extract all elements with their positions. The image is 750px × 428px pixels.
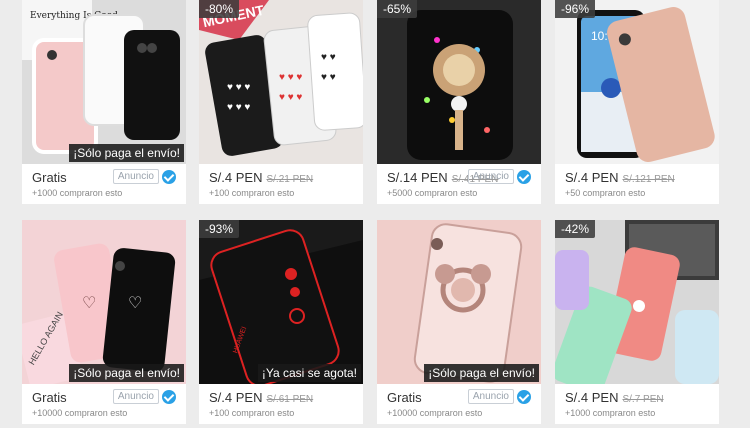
- sold-count: +100 compraron esto: [209, 188, 295, 198]
- black-red-case-photo[interactable]: HUAWEI -93% ¡Ya casi se agota!: [199, 220, 363, 384]
- original-price: S/.21 PEN: [266, 174, 314, 185]
- low-stock-banner: ¡Ya casi se agota!: [257, 364, 361, 382]
- discount-badge: -80%: [199, 0, 240, 18]
- verified-icon: [162, 389, 176, 404]
- svg-text:♥ ♥ ♥: ♥ ♥ ♥: [279, 72, 302, 83]
- original-price: S/.7 PEN: [622, 394, 664, 405]
- svg-text:♡: ♡: [128, 295, 142, 312]
- price: S/.14 PEN: [387, 170, 448, 185]
- original-price: S/.121 PEN: [622, 174, 675, 185]
- svg-text:♥ ♥: ♥ ♥: [321, 52, 336, 63]
- sold-count: +1000 compraron esto: [32, 188, 123, 198]
- sold-count: +5000 compraron esto: [387, 188, 478, 198]
- rose-gold-case-photo[interactable]: 10:3 -96%: [555, 0, 719, 164]
- sold-count: +50 compraron esto: [565, 188, 646, 198]
- free-shipping-banner: ¡Sólo paga el envío!: [69, 144, 184, 162]
- sold-count: +1000 compraron esto: [565, 408, 656, 418]
- price: S/.4 PEN: [209, 170, 263, 185]
- product-card[interactable]: -42% S/.4 PEN S/.7 PEN +1000 compraron e…: [555, 220, 719, 424]
- price: S/.4 PEN: [565, 390, 619, 405]
- discount-badge: -96%: [555, 0, 596, 18]
- ad-badge: Anuncio: [467, 389, 514, 404]
- pink-black-heart-cases-photo[interactable]: HELLO AGAIN ♡ ♡ ¡Sólo paga el envío!: [22, 220, 186, 384]
- ad-badge: Anuncio: [112, 169, 159, 184]
- product-card[interactable]: ¡Sólo paga el envío! Gratis Anuncio +100…: [377, 220, 541, 424]
- sold-count: +100 compraron esto: [209, 408, 295, 418]
- sold-count: +10000 compraron esto: [32, 408, 128, 418]
- price: S/.4 PEN: [565, 170, 619, 185]
- free-shipping-banner: ¡Sólo paga el envío!: [424, 364, 539, 382]
- product-card[interactable]: -65% S/.14 PEN S/.41 PEN Anuncio +5000 c…: [377, 0, 541, 204]
- svg-text:♡: ♡: [82, 295, 96, 312]
- ring-holder-case-photo[interactable]: ¡Sólo paga el envío!: [377, 220, 541, 384]
- verified-icon: [517, 389, 531, 404]
- discount-badge: -42%: [555, 220, 596, 238]
- heart-pattern-cases-photo[interactable]: MOMENT ♥ ♥ ♥ ♥ ♥ ♥ ♥ ♥ ♥ ♥ ♥ ♥ ♥ ♥ ♥ ♥ -…: [199, 0, 363, 164]
- free-shipping-banner: ¡Sólo paga el envío!: [69, 364, 184, 382]
- product-card[interactable]: HELLO AGAIN ♡ ♡ ¡Sólo paga el envío! Gra…: [22, 220, 186, 424]
- price: Gratis: [32, 170, 67, 185]
- product-card[interactable]: HUAWEI -93% ¡Ya casi se agota! S/.4 PEN …: [199, 220, 363, 424]
- product-card[interactable]: Everything Is Good ¡Sólo paga el envío! …: [22, 0, 186, 204]
- verified-icon: [517, 169, 531, 184]
- clear-phone-cases-photo[interactable]: Everything Is Good ¡Sólo paga el envío!: [22, 0, 186, 164]
- product-card[interactable]: MOMENT ♥ ♥ ♥ ♥ ♥ ♥ ♥ ♥ ♥ ♥ ♥ ♥ ♥ ♥ ♥ ♥ -…: [199, 0, 363, 204]
- price: Gratis: [32, 390, 67, 405]
- pastel-cases-photo[interactable]: -42%: [555, 220, 719, 384]
- product-card[interactable]: 10:3 -96% S/.4 PEN S/.121 PEN +50 compra…: [555, 0, 719, 204]
- svg-text:♥ ♥ ♥: ♥ ♥ ♥: [227, 82, 250, 93]
- discount-badge: -65%: [377, 0, 418, 18]
- sold-count: +10000 compraron esto: [387, 408, 483, 418]
- original-price: S/.61 PEN: [266, 394, 314, 405]
- glitter-case-photo[interactable]: -65%: [377, 0, 541, 164]
- svg-text:♥ ♥ ♥: ♥ ♥ ♥: [279, 92, 302, 103]
- price: S/.4 PEN: [209, 390, 263, 405]
- ad-badge: Anuncio: [112, 389, 159, 404]
- ad-badge: Anuncio: [467, 169, 514, 184]
- discount-badge: -93%: [199, 220, 240, 238]
- price: Gratis: [387, 390, 422, 405]
- svg-text:♥ ♥ ♥: ♥ ♥ ♥: [227, 102, 250, 113]
- verified-icon: [162, 169, 176, 184]
- svg-text:♥ ♥: ♥ ♥: [321, 72, 336, 83]
